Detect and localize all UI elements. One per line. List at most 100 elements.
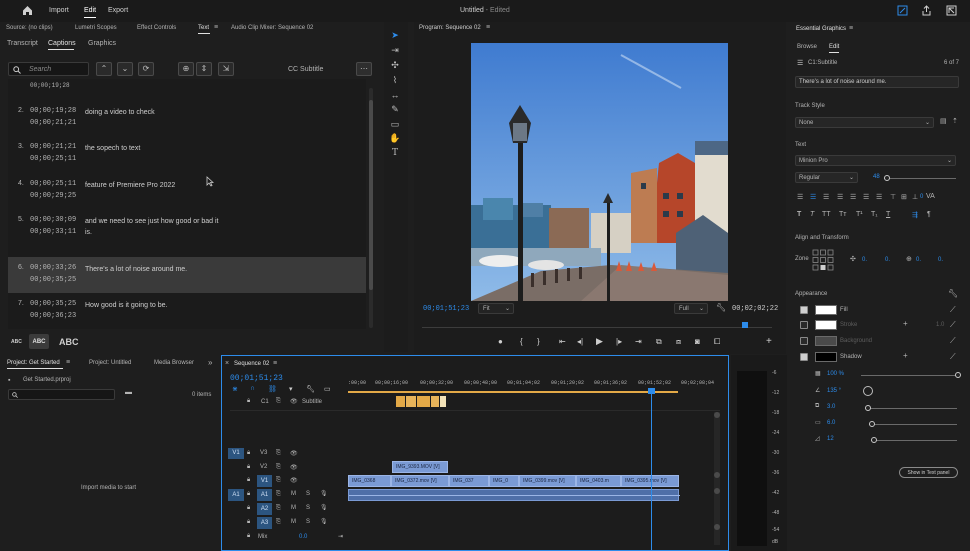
caption-clip[interactable] [440,396,446,407]
play-icon[interactable]: ▶ [596,336,603,347]
lock-icon[interactable]: 🔒︎ [247,398,250,405]
microphone-icon[interactable]: 🎙︎ [320,490,328,497]
shadow-blur-value[interactable]: 12 [827,436,834,442]
small-caps-icon[interactable]: Tᴛ [839,211,846,218]
captions-scrollbar[interactable] [369,88,373,328]
add-marker-icon[interactable]: ● [498,337,503,346]
font-dropdown[interactable]: Minion Pro ⌄ [795,155,956,166]
track-target-a3[interactable]: A3 [257,517,272,529]
show-in-text-panel-button[interactable]: Show in Text panel [899,467,958,478]
eyedropper-icon[interactable]: ⟋ [950,352,956,362]
align-center-icon[interactable]: ☰ [810,193,816,201]
tab-project-untitled[interactable]: Project: Untitled [89,360,131,366]
text-top-icon[interactable]: ⊤ [890,193,896,201]
subtab-captions[interactable]: Captions [48,40,76,47]
eg-tab-browse[interactable]: Browse [797,44,817,50]
microphone-icon[interactable]: 🎙︎ [320,504,328,511]
caption-row[interactable]: 3. 00;00;21;21 00;00;25;11 the sopech to… [8,136,366,172]
stroke-width-value[interactable]: 1.0 [936,322,944,328]
mute-button[interactable]: M [291,519,296,525]
distance-slider[interactable] [865,408,957,409]
text-bottom-icon[interactable]: ⊥ [912,193,918,201]
video-clip[interactable]: IMG_0372.mov [V] [391,475,449,487]
eg-menu-icon[interactable]: ≡ [849,25,853,32]
subtab-transcript[interactable]: Transcript [7,40,38,47]
new-bin-icon[interactable]: ▬ [125,389,132,396]
collapse-icon[interactable] [946,5,957,16]
caption-text[interactable]: How good is it going to be. [85,300,225,311]
mix-value[interactable]: 0.0 [299,534,307,540]
eg-tab-edit[interactable]: Edit [829,44,839,50]
timeline-ruler[interactable]: :00;00 00;00;16;00 00;00;32;00 00;00;48;… [348,380,718,394]
rtl-icon[interactable]: ¶ [927,211,931,218]
fill-color-swatch[interactable] [815,305,837,315]
track-select-tool-icon[interactable]: ⇥ [388,45,402,57]
subtab-graphics[interactable]: Graphics [88,40,116,47]
sync-lock-icon[interactable]: ⎘ [276,491,281,498]
menu-export[interactable]: Export [108,7,128,14]
angle-dial[interactable] [863,386,873,396]
align-left-icon[interactable]: ☰ [797,193,803,201]
scroll-handle-mid2[interactable] [714,488,720,494]
tracking-value[interactable]: 0 [920,194,923,200]
razor-tool-icon[interactable]: ⌇ [388,75,402,87]
go-to-out-icon[interactable]: ⇥ [635,337,642,346]
program-scrubber[interactable] [422,322,772,330]
scroll-handle-bottom[interactable] [714,524,720,530]
font-size-large-button[interactable]: ABC [59,337,79,347]
shadow-color-swatch[interactable] [815,352,837,362]
merge-caption-button[interactable]: ⇲ [218,62,234,76]
go-to-in-icon[interactable]: ⇤ [559,337,566,346]
sync-lock-icon[interactable]: ⎘ [276,477,281,484]
font-size-slider-knob[interactable] [884,175,890,181]
program-timecode[interactable]: 00;01;51;23 [423,305,469,313]
more-options-button[interactable]: ⋯ [356,62,372,76]
microphone-icon[interactable]: 🎙︎ [320,518,328,525]
scroll-handle-mid[interactable] [714,472,720,478]
menu-import[interactable]: Import [49,7,69,14]
text-middle-icon[interactable]: ⊞ [901,193,907,201]
underline-icon[interactable]: T [886,211,890,218]
timeline-sequence-tab[interactable]: Sequence 02 [234,361,269,367]
eye-icon[interactable]: 👁︎ [290,450,298,457]
lock-icon[interactable]: 🔒︎ [247,533,250,540]
add-stroke-icon[interactable]: + [903,319,908,328]
track-style-dropdown[interactable]: None ⌄ [795,117,934,128]
program-title[interactable]: Program: Sequence 02 [419,25,481,31]
pen-tool-icon[interactable]: ✎ [388,104,402,116]
opacity-slider-knob[interactable] [955,372,961,378]
captions-toggle-icon[interactable]: ▭ [324,385,331,393]
solo-button[interactable]: S [306,491,310,497]
caption-text[interactable]: the sopech to text [85,143,225,154]
next-result-button[interactable]: ⌄ [117,62,133,76]
sync-lock-icon[interactable]: ⎘ [276,464,281,471]
menu-edit[interactable]: Edit [84,7,96,14]
tab-media-browser[interactable]: Media Browser [154,360,194,366]
zone-grid[interactable] [812,249,834,271]
stroke-checkbox[interactable] [800,321,808,329]
push-style-icon[interactable]: ▤ [940,117,947,125]
opacity-slider[interactable] [861,375,957,376]
menu-icon[interactable]: ≡ [214,24,218,31]
font-style-dropdown[interactable]: Regular ⌄ [795,172,858,183]
caption-row-selected[interactable]: 6. 00;00;33;26 00;00;35;25 There's a lot… [8,257,366,293]
shadow-checkbox[interactable] [800,353,808,361]
shadow-size-value[interactable]: 6.0 [827,420,835,426]
timeline-close-icon[interactable]: × [225,360,229,367]
video-clip[interactable]: IMG_0399.mov [V] [519,475,576,487]
project-menu-icon[interactable]: ≡ [66,359,70,366]
lock-icon[interactable]: 🔒︎ [247,505,250,512]
step-back-icon[interactable]: ◂| [577,337,583,346]
scrollbar-thumb[interactable] [369,100,373,290]
lock-icon[interactable]: 🔒︎ [247,477,250,484]
caption-row[interactable]: 4. 00;00;25;11 00;00;29;25 feature of Pr… [8,173,366,209]
project-search-field[interactable] [8,389,115,400]
shadow-distance-value[interactable]: 3.0 [827,404,835,410]
sync-lock-icon[interactable]: ⎘ [276,450,281,457]
settings-wrench-icon[interactable]: 🔧︎ [306,385,315,393]
home-icon[interactable] [22,5,33,16]
tab-audio-mixer[interactable]: Audio Clip Mixer: Sequence 02 [231,25,313,31]
fullscreen-icon[interactable] [897,5,908,16]
shadow-angle-value[interactable]: 135 ° [827,388,841,394]
bold-icon[interactable]: T [797,211,801,218]
